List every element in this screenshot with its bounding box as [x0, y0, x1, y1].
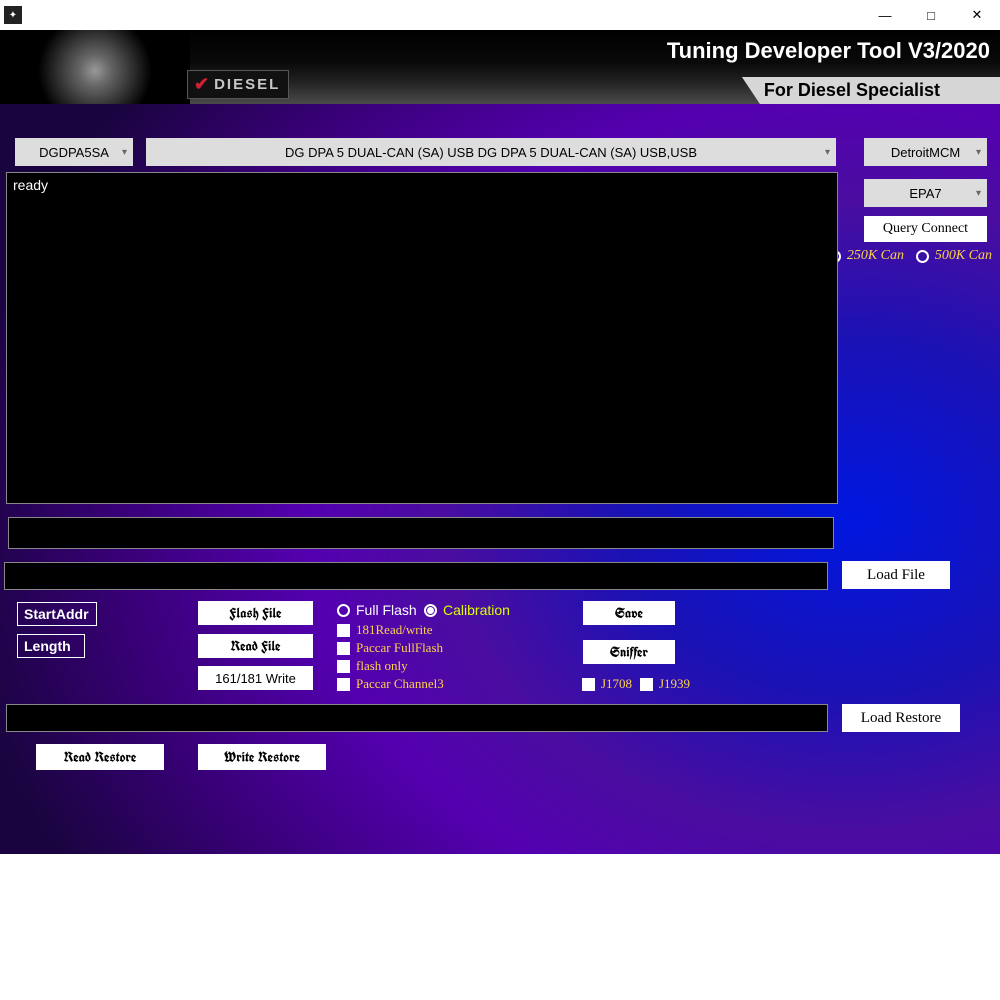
device-select[interactable]: DG DPA 5 DUAL-CAN (SA) USB DG DPA 5 DUAL… — [146, 138, 836, 166]
read-file-button[interactable]: Read File — [198, 634, 313, 658]
query-connect-button[interactable]: Query Connect — [864, 216, 987, 242]
radio-icon — [337, 604, 350, 617]
ecu-value: DetroitMCM — [891, 145, 960, 160]
chevron-down-icon: ▾ — [976, 188, 981, 199]
radio-icon — [916, 250, 929, 263]
close-button[interactable]: ✕ — [954, 0, 1000, 30]
load-restore-button[interactable]: Load Restore — [842, 704, 960, 732]
console-status: ready — [13, 177, 48, 193]
brand-logo: ✔ DIESEL — [188, 71, 288, 98]
load-file-button[interactable]: Load File — [842, 561, 950, 589]
sniffer-button[interactable]: Sniffer — [583, 640, 675, 664]
chevron-down-icon: ▾ — [976, 147, 981, 158]
chk-paccar-ch3[interactable]: Paccar Channel3 — [337, 676, 444, 692]
app-title: Tuning Developer Tool V3/2020 — [565, 30, 1000, 64]
checkbox-icon — [337, 660, 350, 673]
chk-flash-only[interactable]: flash only — [337, 658, 408, 674]
app-icon: ✦ — [4, 6, 22, 24]
client-area: DGDPA5SA ▾ DG DPA 5 DUAL-CAN (SA) USB DG… — [0, 104, 1000, 854]
titlebar: ✦ — □ ✕ — [0, 0, 1000, 30]
chk-181-label: 181Read/write — [356, 622, 433, 638]
epa-value: EPA7 — [909, 186, 941, 201]
device-value: DG DPA 5 DUAL-CAN (SA) USB DG DPA 5 DUAL… — [285, 145, 697, 160]
chk-flash-only-label: flash only — [356, 658, 408, 674]
chevron-down-icon: ▾ — [122, 147, 127, 158]
can-500-label: 500K Can — [935, 248, 992, 264]
start-addr-label: StartAddr — [17, 602, 97, 626]
epa-select[interactable]: EPA7 ▾ — [864, 179, 987, 207]
checkbox-icon — [582, 678, 595, 691]
full-flash-radio[interactable]: Full Flash — [337, 602, 417, 618]
chk-j1708[interactable]: J1708 — [582, 676, 632, 692]
maximize-button[interactable]: □ — [908, 0, 954, 30]
chk-paccar-ch3-label: Paccar Channel3 — [356, 676, 444, 692]
chk-181-readwrite[interactable]: 181Read/write — [337, 622, 433, 638]
save-button[interactable]: Save — [583, 601, 675, 625]
app-subtitle: For Diesel Specialist — [742, 77, 1000, 104]
j1939-label: J1939 — [659, 676, 690, 692]
checkbox-icon — [337, 678, 350, 691]
check-icon: ✔ — [194, 74, 211, 95]
checkbox-icon — [337, 642, 350, 655]
logo-text: DIESEL — [214, 76, 280, 93]
banner: ✔ DIESEL Tuning Developer Tool V3/2020 F… — [0, 30, 1000, 104]
banner-art — [0, 30, 190, 104]
chk-paccar-full[interactable]: Paccar FullFlash — [337, 640, 443, 656]
adapter-value: DGDPA5SA — [39, 145, 109, 160]
console: ready — [6, 172, 838, 504]
full-flash-label: Full Flash — [356, 602, 417, 618]
j1708-label: J1708 — [601, 676, 632, 692]
file-path-bar — [4, 562, 828, 590]
write-restore-button[interactable]: Write Restore — [198, 744, 326, 770]
restore-path-bar — [6, 704, 828, 732]
checkbox-icon — [640, 678, 653, 691]
chk-paccar-full-label: Paccar FullFlash — [356, 640, 443, 656]
read-restore-button[interactable]: Read Restore — [36, 744, 164, 770]
window-controls: — □ ✕ — [862, 0, 1000, 30]
can-250k-radio[interactable]: 250K Can — [828, 248, 904, 264]
minimize-button[interactable]: — — [862, 0, 908, 30]
write-161-181-button[interactable]: 161/181 Write — [198, 666, 313, 690]
radio-icon — [424, 604, 437, 617]
checkbox-icon — [337, 624, 350, 637]
chk-j1939[interactable]: J1939 — [640, 676, 690, 692]
ecu-select[interactable]: DetroitMCM ▾ — [864, 138, 987, 166]
status-bar-1 — [8, 517, 834, 549]
adapter-select[interactable]: DGDPA5SA ▾ — [15, 138, 133, 166]
can-250-label: 250K Can — [847, 248, 904, 264]
calibration-radio[interactable]: Calibration — [424, 602, 510, 618]
length-label: Length — [17, 634, 85, 658]
flash-file-button[interactable]: Flash File — [198, 601, 313, 625]
calibration-label: Calibration — [443, 602, 510, 618]
can-500k-radio[interactable]: 500K Can — [916, 248, 992, 264]
chevron-down-icon: ▾ — [825, 147, 830, 158]
